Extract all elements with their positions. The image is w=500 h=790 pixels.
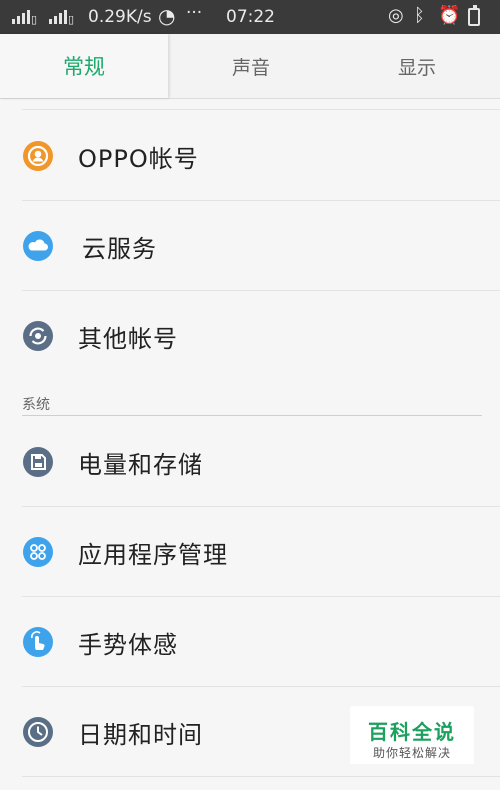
list-item-label: OPPO帐号	[78, 144, 199, 173]
settings-screen: ▯ ▯ 0.29K/s ◔ ··· 07:22 ◎ ᛒ ⏰ 常规 声音 显示 O…	[0, 0, 500, 790]
tab-general[interactable]: 常规	[0, 34, 168, 98]
list-item-app-management[interactable]: 应用程序管理	[0, 507, 500, 597]
tab-sound[interactable]: 声音	[168, 34, 334, 98]
clock-icon	[23, 717, 53, 747]
location-icon: ◎	[388, 5, 404, 26]
section-header-system: 系统	[22, 397, 50, 413]
status-bar: ▯ ▯ 0.29K/s ◔ ··· 07:22 ◎ ᛒ ⏰	[0, 0, 500, 34]
list-item-cloud-service[interactable]: 云服务	[0, 201, 500, 291]
apps-icon	[23, 537, 53, 567]
gesture-icon	[23, 627, 53, 657]
more-indicator: ···	[186, 3, 203, 23]
tab-display[interactable]: 显示	[334, 34, 500, 98]
tab-bar: 常规 声音 显示	[0, 34, 500, 99]
network-speed: 0.29K/s	[88, 7, 152, 27]
signal-icon	[12, 8, 30, 24]
save-storage-icon	[23, 447, 53, 477]
signal-icon-2	[49, 8, 67, 24]
list-item-other-accounts[interactable]: 其他帐号	[0, 291, 500, 381]
watermark-logo: 百科全说 助你轻松解决	[350, 706, 474, 764]
watermark-title: 百科全说	[368, 720, 456, 744]
oppo-account-icon	[23, 141, 53, 171]
alarm-icon: ⏰	[438, 5, 461, 26]
list-item-label: 云服务	[82, 234, 157, 263]
list-item-gestures[interactable]: 手势体感	[0, 597, 500, 687]
battery-icon	[468, 5, 480, 26]
list-item-label: 日期和时间	[78, 720, 203, 749]
section-divider	[22, 415, 482, 416]
list-item-label: 应用程序管理	[78, 540, 228, 569]
sim-icon-2: ▯	[68, 13, 75, 26]
list-item-label: 其他帐号	[78, 324, 178, 353]
divider	[22, 776, 500, 777]
list-item-oppo-account[interactable]: OPPO帐号	[0, 111, 500, 201]
list-item-label: 电量和存储	[78, 450, 203, 479]
bluetooth-icon: ᛒ	[414, 5, 425, 26]
divider	[22, 109, 500, 110]
clock-time: 07:22	[226, 7, 275, 27]
list-item-battery-storage[interactable]: 电量和存储	[0, 417, 500, 507]
sim-icon: ▯	[31, 13, 38, 26]
watermark-subtitle: 助你轻松解决	[372, 746, 451, 760]
list-item-label: 手势体感	[78, 630, 178, 659]
wifi-icon: ◔	[158, 4, 176, 28]
cloud-icon	[23, 231, 53, 261]
sync-account-icon	[23, 321, 53, 351]
